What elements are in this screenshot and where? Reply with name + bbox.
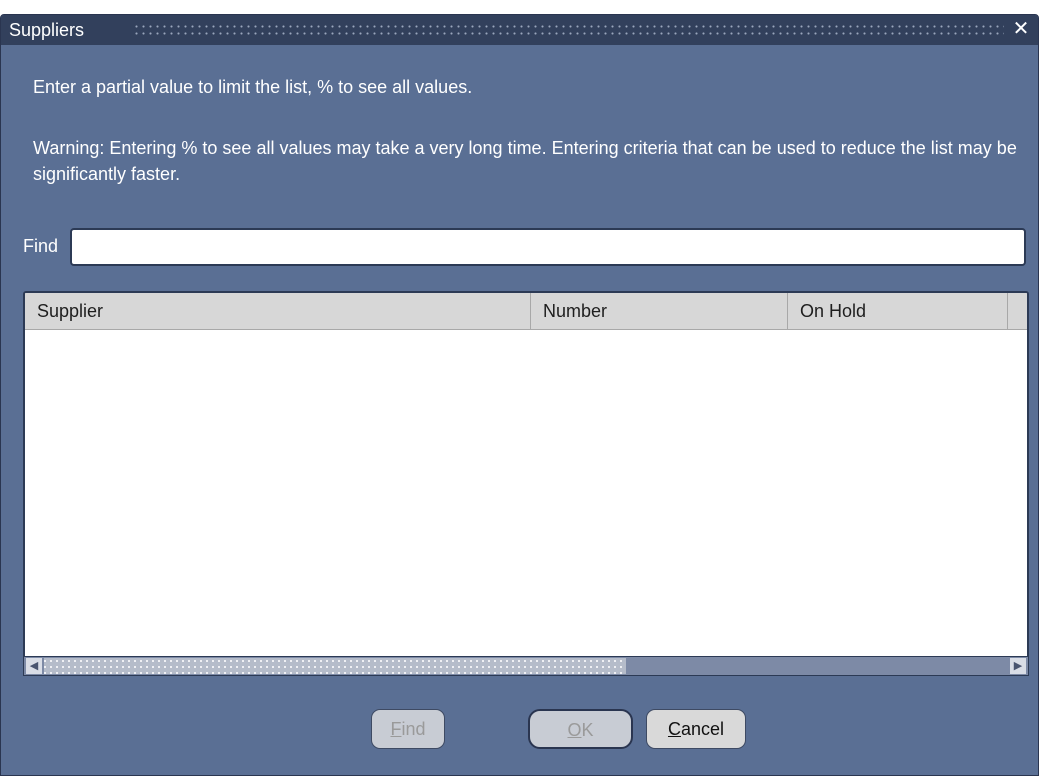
close-icon[interactable]: ✕ [1010,18,1032,40]
cancel-button[interactable]: Cancel [646,709,746,749]
ok-button-mnemonic: O [567,720,582,740]
hint-message: Enter a partial value to limit the list,… [33,77,473,97]
scroll-right-icon[interactable]: ▶ [1010,658,1026,674]
find-button-mnemonic: F [390,719,402,739]
column-header-number[interactable]: Number [531,293,788,329]
ok-button-label: K [581,720,594,740]
dialog-title: Suppliers [9,20,85,40]
column-header-on-hold[interactable]: On Hold [788,293,1008,329]
cancel-button-mnemonic: C [667,719,681,739]
column-header-next[interactable] [1008,293,1027,329]
results-table: Supplier Number On Hold [23,291,1029,674]
horizontal-scrollbar[interactable]: ◀ ▶ [23,656,1029,676]
scrollbar-thumb[interactable] [44,658,626,674]
table-body[interactable] [25,330,1027,660]
title-bar[interactable]: Suppliers ✕ [1,15,1038,45]
warning-message: Warning: Entering % to see all values ma… [33,138,1017,184]
find-button-label: ind [401,719,426,739]
cancel-button-label: ancel [680,719,725,739]
ok-button[interactable]: OK [528,709,633,749]
table-header: Supplier Number On Hold [25,293,1027,330]
find-label: Find [23,236,59,256]
find-button[interactable]: Find [371,709,445,749]
column-header-supplier[interactable]: Supplier [25,293,531,329]
find-input[interactable] [70,228,1026,266]
suppliers-dialog: Suppliers ✕ Enter a partial value to lim… [0,14,1039,776]
scroll-left-icon[interactable]: ◀ [26,658,42,674]
title-bar-grip [133,23,1004,37]
